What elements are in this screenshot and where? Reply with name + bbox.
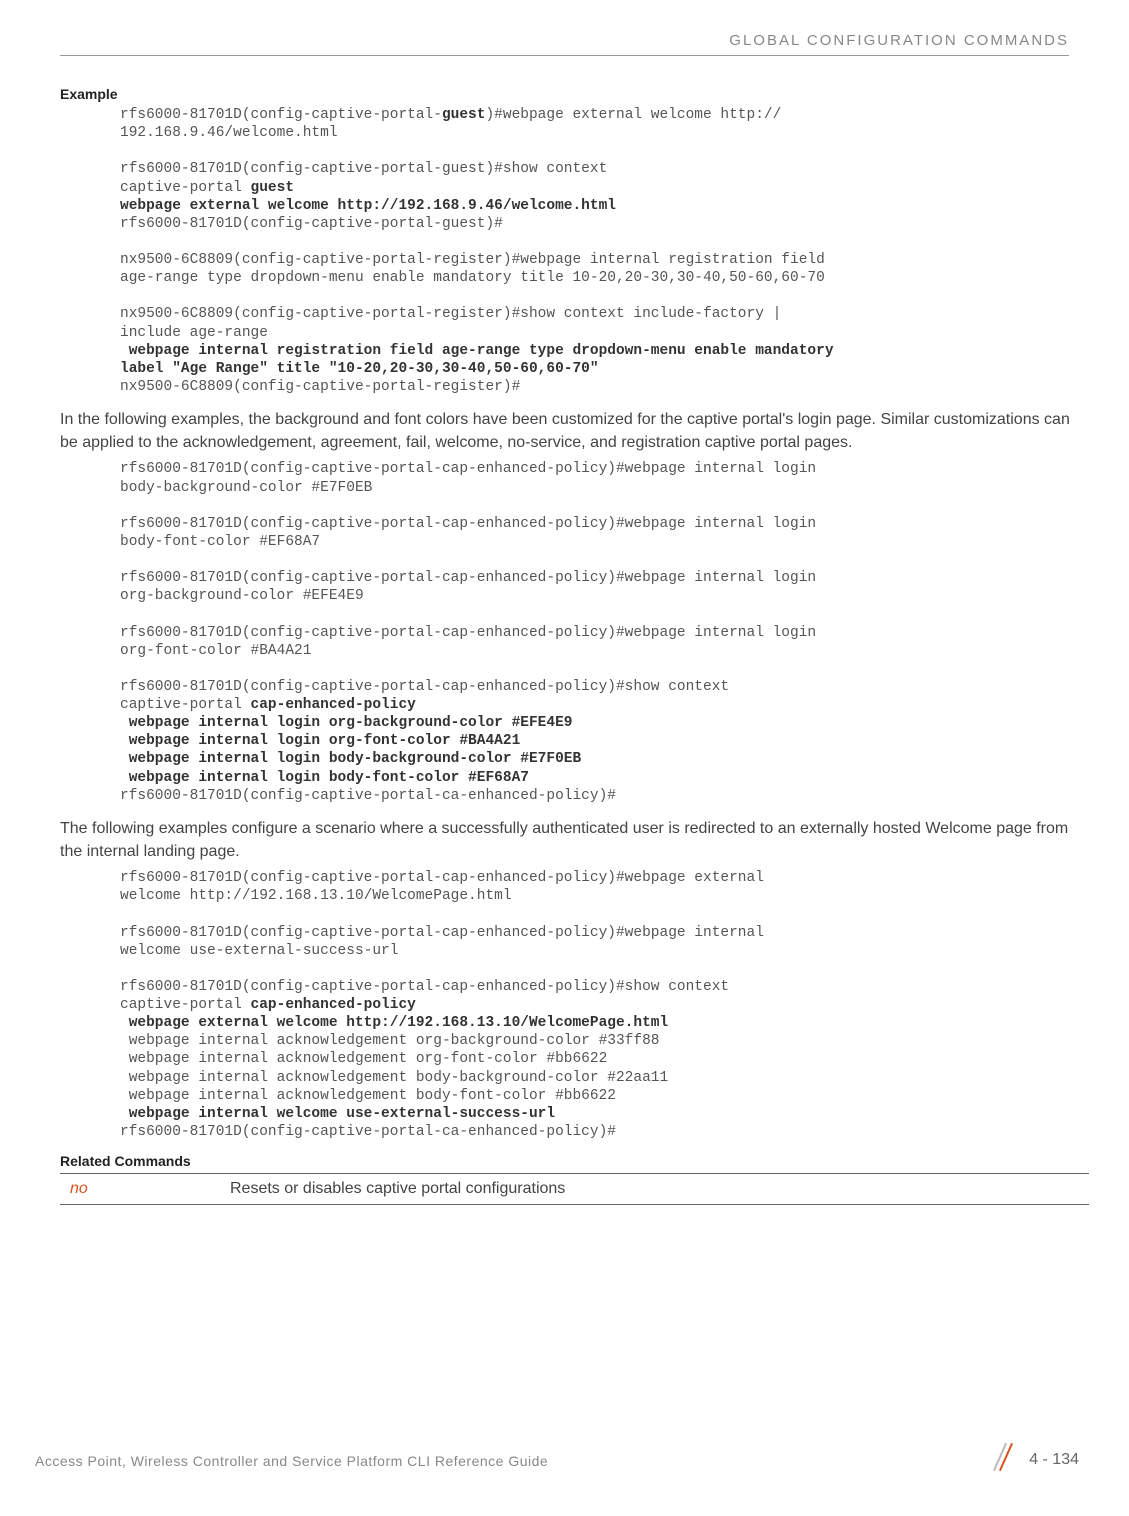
code-text: webpage internal acknowledgement body-ba… <box>120 1070 668 1086</box>
code-text: rfs6000-81701D(config-captive-portal-cap… <box>120 979 729 995</box>
code-text: rfs6000-81701D(config-captive-portal-gue… <box>120 161 607 177</box>
footer-slash-icon <box>995 1442 1017 1472</box>
related-command-desc: Resets or disables captive portal config… <box>220 1174 1089 1205</box>
code-text: webpage internal acknowledgement body-fo… <box>120 1088 616 1104</box>
code-bold: guest <box>442 107 486 123</box>
code-text: welcome use-external-success-url <box>120 943 398 959</box>
example-heading: Example <box>60 86 1089 102</box>
paragraph-2: The following examples configure a scena… <box>60 817 1089 863</box>
code-text: )#webpage external welcome http:// <box>485 107 781 123</box>
code-text: captive-portal <box>120 997 251 1013</box>
code-text: rfs6000-81701D(config-captive-portal- <box>120 107 442 123</box>
page-number: 4 - 134 <box>1029 1451 1079 1469</box>
code-block-2: rfs6000-81701D(config-captive-portal-cap… <box>120 460 1089 804</box>
code-text: body-font-color #EF68A7 <box>120 534 320 550</box>
code-text: rfs6000-81701D(config-captive-portal-cap… <box>120 925 773 941</box>
code-block-1: rfs6000-81701D(config-captive-portal-gue… <box>120 106 1089 396</box>
code-bold: webpage internal welcome use-external-su… <box>120 1106 555 1122</box>
header-category: GLOBAL CONFIGURATION COMMANDS <box>729 32 1069 49</box>
related-commands-table: no Resets or disables captive portal con… <box>60 1173 1089 1205</box>
paragraph-1: In the following examples, the backgroun… <box>60 408 1089 454</box>
code-text: rfs6000-81701D(config-captive-portal-ca-… <box>120 1124 616 1140</box>
code-text: 192.168.9.46/welcome.html <box>120 125 338 141</box>
code-bold: label "Age Range" title "10-20,20-30,30-… <box>120 361 599 377</box>
code-bold: webpage internal registration field age-… <box>120 343 842 359</box>
code-bold: webpage internal login org-background-co… <box>120 715 572 731</box>
code-text: rfs6000-81701D(config-captive-portal-cap… <box>120 461 825 477</box>
code-text: rfs6000-81701D(config-captive-portal-cap… <box>120 870 773 886</box>
code-text: rfs6000-81701D(config-captive-portal-ca-… <box>120 788 616 804</box>
code-text: org-background-color #EFE4E9 <box>120 588 364 604</box>
page-footer: Access Point, Wireless Controller and Se… <box>35 1448 1089 1478</box>
code-text: captive-portal <box>120 697 251 713</box>
related-commands-heading: Related Commands <box>60 1153 1089 1169</box>
code-text: rfs6000-81701D(config-captive-portal-gue… <box>120 216 503 232</box>
related-command-name: no <box>60 1174 220 1205</box>
code-bold: guest <box>251 180 295 196</box>
code-text: rfs6000-81701D(config-captive-portal-cap… <box>120 625 825 641</box>
code-text: age-range type dropdown-menu enable mand… <box>120 270 825 286</box>
code-bold: cap-enhanced-policy <box>251 997 416 1013</box>
header-divider <box>60 55 1069 56</box>
code-text: body-background-color #E7F0EB <box>120 480 372 496</box>
code-text: nx9500-6C8809(config-captive-portal-regi… <box>120 379 520 395</box>
code-bold: webpage internal login body-font-color #… <box>120 770 529 786</box>
code-text: nx9500-6C8809(config-captive-portal-regi… <box>120 306 790 322</box>
code-text: org-font-color #BA4A21 <box>120 643 311 659</box>
table-row: no Resets or disables captive portal con… <box>60 1174 1089 1205</box>
code-bold: webpage external welcome http://192.168.… <box>120 198 616 214</box>
code-block-3: rfs6000-81701D(config-captive-portal-cap… <box>120 869 1089 1141</box>
code-bold: webpage internal login body-background-c… <box>120 751 581 767</box>
footer-text: Access Point, Wireless Controller and Se… <box>35 1453 548 1469</box>
code-text: webpage internal acknowledgement org-bac… <box>120 1033 660 1049</box>
page-content: Example rfs6000-81701D(config-captive-po… <box>60 80 1089 1205</box>
code-text: include age-range <box>120 325 268 341</box>
code-bold: cap-enhanced-policy <box>251 697 416 713</box>
code-bold: webpage internal login org-font-color #B… <box>120 733 520 749</box>
code-text: rfs6000-81701D(config-captive-portal-cap… <box>120 570 825 586</box>
code-text: webpage internal acknowledgement org-fon… <box>120 1051 607 1067</box>
code-text: captive-portal <box>120 180 251 196</box>
code-text: welcome http://192.168.13.10/WelcomePage… <box>120 888 512 904</box>
code-text: nx9500-6C8809(config-captive-portal-regi… <box>120 252 834 268</box>
code-text: rfs6000-81701D(config-captive-portal-cap… <box>120 516 825 532</box>
code-bold: webpage external welcome http://192.168.… <box>120 1015 668 1031</box>
code-text: rfs6000-81701D(config-captive-portal-cap… <box>120 679 729 695</box>
